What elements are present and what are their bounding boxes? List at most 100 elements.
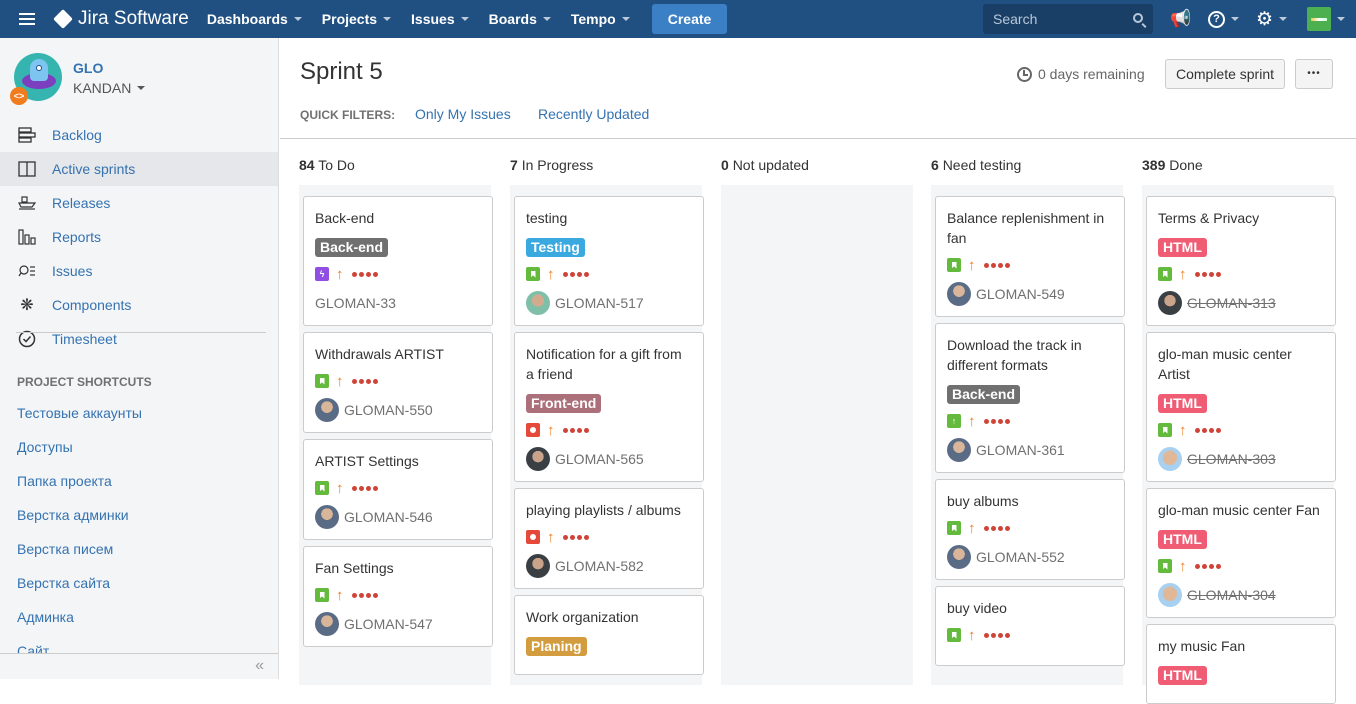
- card-meta: ↑: [947, 627, 1113, 644]
- quick-filters-label: QUICK FILTERS:: [300, 108, 396, 122]
- puzzle-icon: ❋: [20, 297, 34, 314]
- issue-key[interactable]: GLOMAN-546: [344, 509, 433, 525]
- sidebar-item-components[interactable]: ❋ Components: [0, 288, 278, 322]
- story-type-icon: [1158, 423, 1172, 437]
- nav-projects[interactable]: Projects: [322, 11, 392, 27]
- card-title: Withdrawals ARTIST: [315, 346, 444, 362]
- card-label: Back-end: [947, 385, 1021, 404]
- sidebar-item-label: Components: [52, 297, 132, 313]
- shortcut-link[interactable]: Админка: [17, 600, 142, 634]
- issue-key[interactable]: GLOMAN-565: [555, 451, 644, 467]
- issue-key[interactable]: GLOMAN-361: [976, 442, 1065, 458]
- profile-menu[interactable]: [1307, 0, 1345, 38]
- assignee-avatar: [526, 554, 550, 578]
- issue-card[interactable]: buy albums ↑ GLOMAN-552: [935, 479, 1125, 580]
- issue-card[interactable]: glo-man music center Fan HTML ↑ GLOMAN-304: [1146, 488, 1336, 618]
- nav-label: Dashboards: [206, 11, 288, 27]
- days-remaining-text: 0 days remaining: [1038, 66, 1145, 82]
- create-button[interactable]: Create: [651, 4, 728, 34]
- column-count: 6: [931, 157, 939, 173]
- column-in-progress: testing Testing ↑ GLOMAN-517 Notification fo…: [510, 185, 704, 685]
- megaphone-icon[interactable]: 📢: [1170, 0, 1191, 38]
- issue-key[interactable]: GLOMAN-33: [315, 295, 396, 311]
- shortcut-link[interactable]: Папка проекта: [17, 464, 142, 498]
- nav-dashboards[interactable]: Dashboards: [207, 11, 302, 27]
- improvement-type-icon: ↑: [947, 414, 961, 428]
- sidebar-item-releases[interactable]: Releases: [0, 186, 278, 220]
- story-type-icon: [1158, 559, 1172, 573]
- issue-key[interactable]: GLOMAN-582: [555, 558, 644, 574]
- issue-card[interactable]: Notification for a gift from a friend Fro…: [514, 332, 704, 482]
- column-header-need-testing: 6 Need testing: [931, 157, 1021, 173]
- issue-key[interactable]: GLOMAN-550: [344, 402, 433, 418]
- nav-issues[interactable]: Issues: [411, 11, 469, 27]
- issue-card[interactable]: Back-end Back-end ϟ ↑ GLOMAN-33: [303, 196, 493, 326]
- shortcut-link[interactable]: Тестовые аккаунты: [17, 396, 142, 430]
- shortcut-link[interactable]: Верстка сайта: [17, 566, 142, 600]
- sidebar-item-issues[interactable]: Issues: [0, 254, 278, 288]
- chevron-down-icon: [383, 17, 392, 21]
- issue-card[interactable]: Work organization Planing: [514, 595, 704, 675]
- card-title: ARTIST Settings: [315, 453, 419, 469]
- search-input[interactable]: Search: [983, 4, 1153, 34]
- nav-boards[interactable]: Boards: [489, 11, 551, 27]
- priority-high-icon: ↑: [336, 479, 344, 497]
- help-menu[interactable]: ?: [1208, 0, 1239, 38]
- menu-icon[interactable]: [0, 0, 54, 38]
- issue-card[interactable]: glo-man music center Artist HTML ↑ GLOMAN-3…: [1146, 332, 1336, 482]
- sidebar-nav: Backlog Active sprints Releases Reports …: [0, 118, 278, 356]
- issue-card[interactable]: Withdrawals ARTIST ↑ GLOMAN-550: [303, 332, 493, 433]
- chevron-down-icon: [460, 17, 469, 21]
- issue-card[interactable]: playing playlists / albums ↑ GLOMAN-582: [514, 488, 704, 589]
- priority-high-icon: ↑: [336, 586, 344, 604]
- issue-key[interactable]: GLOMAN-313: [1187, 295, 1276, 311]
- issue-card[interactable]: Fan Settings ↑ GLOMAN-547: [303, 546, 493, 647]
- estimate-dots-icon: [562, 427, 591, 433]
- card-title: glo-man music center Artist: [1158, 346, 1292, 382]
- card-title: my music Fan: [1158, 638, 1246, 654]
- assignee-avatar: [315, 398, 339, 422]
- filter-recently-updated[interactable]: Recently Updated: [538, 106, 649, 122]
- settings-menu[interactable]: ⚙: [1256, 0, 1288, 38]
- priority-high-icon: ↑: [968, 256, 976, 274]
- filter-only-my-issues[interactable]: Only My Issues: [415, 106, 511, 122]
- issue-card[interactable]: my music Fan HTML: [1146, 624, 1336, 704]
- sidebar-item-active-sprints[interactable]: Active sprints: [0, 152, 278, 186]
- chevron-down-icon: [1231, 17, 1239, 21]
- sidebar: <> GLO KANDAN Backlog Active sprints Rel…: [0, 38, 279, 679]
- estimate-dots-icon: [1194, 427, 1223, 433]
- card-title: Terms & Privacy: [1158, 210, 1260, 226]
- jira-logo[interactable]: Jira Software: [53, 8, 189, 30]
- column-name: To Do: [318, 157, 355, 173]
- chevron-down-icon: [542, 17, 551, 21]
- sidebar-item-timesheet[interactable]: Timesheet: [0, 322, 278, 356]
- issue-key[interactable]: GLOMAN-552: [976, 549, 1065, 565]
- story-type-icon: [315, 588, 329, 602]
- collapse-sidebar-icon[interactable]: «: [255, 657, 264, 675]
- sidebar-item-reports[interactable]: Reports: [0, 220, 278, 254]
- nav-tempo[interactable]: Tempo: [571, 11, 630, 27]
- issue-key[interactable]: GLOMAN-549: [976, 286, 1065, 302]
- issue-key[interactable]: GLOMAN-303: [1187, 451, 1276, 467]
- issue-card[interactable]: buy video ↑: [935, 586, 1125, 666]
- more-actions-button[interactable]: •••: [1295, 59, 1333, 89]
- issue-key[interactable]: GLOMAN-547: [344, 616, 433, 632]
- complete-sprint-button[interactable]: Complete sprint: [1165, 59, 1285, 89]
- story-type-icon: [526, 267, 540, 281]
- issue-card[interactable]: ARTIST Settings ↑ GLOMAN-546: [303, 439, 493, 540]
- issue-card[interactable]: Balance replenishment in fan ↑ GLOMAN-549: [935, 196, 1125, 317]
- project-header[interactable]: <> GLO KANDAN: [10, 53, 146, 105]
- issue-key[interactable]: GLOMAN-304: [1187, 587, 1276, 603]
- issue-card[interactable]: testing Testing ↑ GLOMAN-517: [514, 196, 704, 326]
- issue-card[interactable]: Terms & Privacy HTML ↑ GLOMAN-313: [1146, 196, 1336, 326]
- project-name-dropdown[interactable]: KANDAN: [73, 80, 146, 96]
- column-count: 84: [299, 157, 315, 173]
- issue-key[interactable]: GLOMAN-517: [555, 295, 644, 311]
- sidebar-item-backlog[interactable]: Backlog: [0, 118, 278, 152]
- shortcut-link[interactable]: Верстка админки: [17, 498, 142, 532]
- card-footer: GLOMAN-547: [315, 612, 481, 636]
- shortcut-link[interactable]: Верстка писем: [17, 532, 142, 566]
- issue-card[interactable]: Download the track in different formats B…: [935, 323, 1125, 473]
- shortcut-link[interactable]: Доступы: [17, 430, 142, 464]
- divider: [280, 138, 1356, 139]
